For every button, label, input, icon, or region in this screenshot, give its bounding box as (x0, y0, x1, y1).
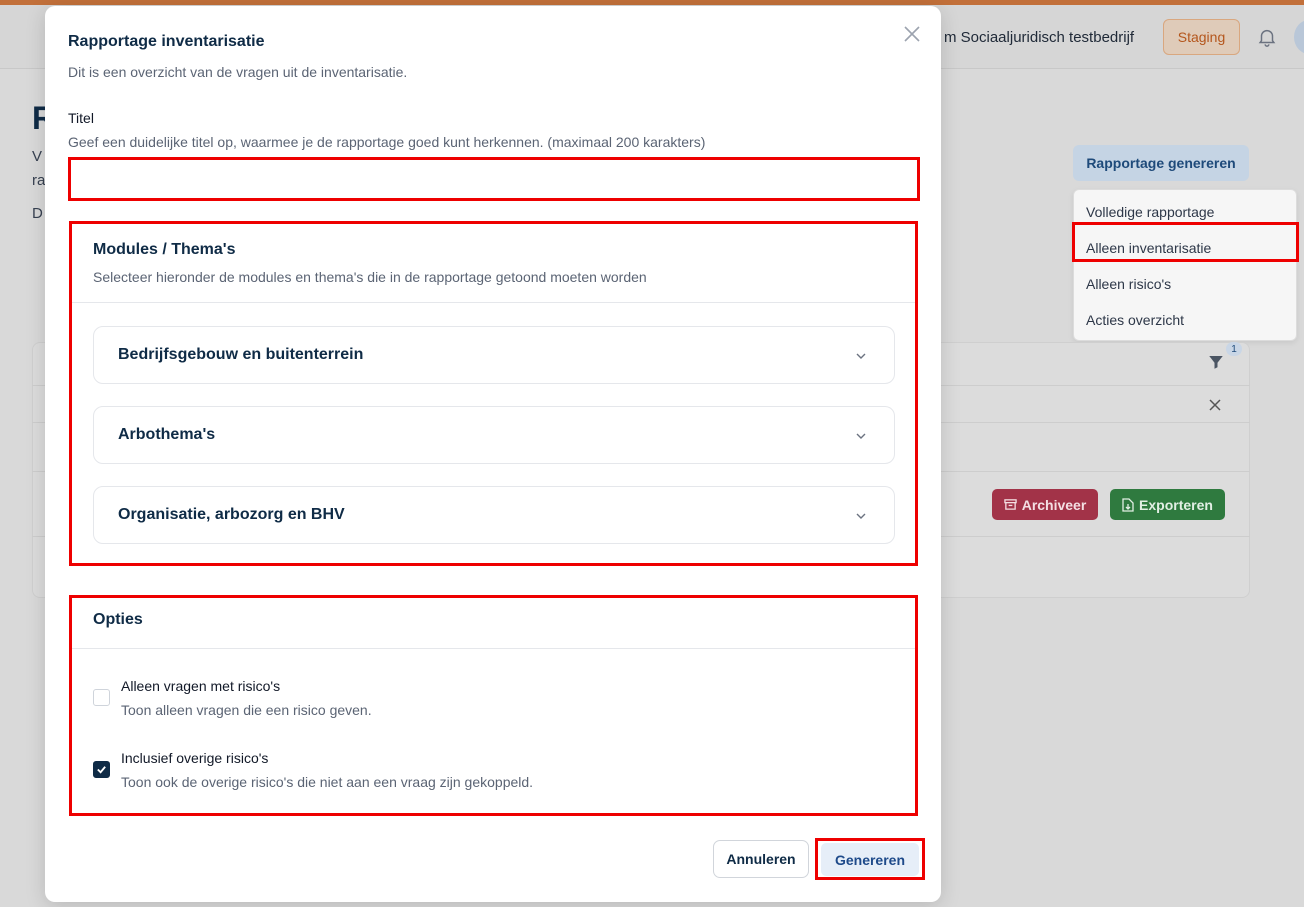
dropdown-item-volledige-rapportage[interactable]: Volledige rapportage (1086, 204, 1214, 220)
chevron-down-icon (856, 513, 866, 519)
option-help: Toon alleen vragen die een risico geven. (121, 702, 372, 718)
bell-icon[interactable] (1256, 26, 1278, 48)
divider (72, 648, 915, 649)
file-export-icon (1122, 497, 1134, 512)
close-icon[interactable] (903, 25, 921, 43)
export-label: Exporteren (1139, 496, 1213, 513)
export-button[interactable]: Exporteren (1110, 489, 1225, 520)
page-description: ra (32, 172, 46, 189)
cancel-button[interactable]: Annuleren (713, 840, 809, 878)
rapportage-dropdown: Volledige rapportage Alleen inventarisat… (1073, 189, 1297, 341)
option-help: Toon ook de overige risico's die niet aa… (121, 774, 534, 790)
checkbox-alleen-vragen-met-risicos[interactable] (93, 689, 110, 706)
generate-button[interactable]: Genereren (821, 843, 919, 876)
modules-title: Modules / Thema's (93, 241, 236, 258)
filter-icon[interactable] (1207, 353, 1225, 371)
checkbox-inclusief-overige-risicos[interactable] (93, 761, 110, 778)
highlight-box (1072, 222, 1299, 262)
chevron-down-icon (856, 433, 866, 439)
page-description: V (32, 148, 43, 165)
highlight-box: Genereren (815, 838, 925, 880)
archive-button[interactable]: Archiveer (992, 489, 1098, 520)
close-icon[interactable] (1209, 399, 1221, 411)
modules-section: Modules / Thema's Selecteer hieronder de… (69, 221, 918, 566)
accordion-arbothemas[interactable]: Arbothema's (93, 406, 895, 464)
rapportage-modal: Rapportage inventarisatie Dit is een ove… (45, 6, 941, 902)
chevron-down-icon (856, 353, 866, 359)
modal-title: Rapportage inventarisatie (68, 33, 265, 50)
titel-label: Titel (68, 110, 94, 126)
dropdown-item-alleen-risicos[interactable]: Alleen risico's (1086, 276, 1171, 292)
archive-label: Archiveer (1021, 496, 1087, 513)
accordion-label: Bedrijfsgebouw en buitenterrein (118, 346, 364, 363)
accordion-organisatie[interactable]: Organisatie, arbozorg en BHV (93, 486, 895, 544)
option-label: Alleen vragen met risico's (121, 678, 281, 694)
rapportage-genereren-button[interactable]: Rapportage genereren (1073, 145, 1249, 181)
page-description: D (32, 205, 43, 222)
dropdown-item-acties-overzicht[interactable]: Acties overzicht (1086, 312, 1184, 328)
filter-count-badge: 1 (1226, 342, 1242, 356)
options-title: Opties (93, 611, 143, 628)
options-section: Opties Alleen vragen met risico's Toon a… (69, 595, 918, 816)
titel-help-text: Geef een duidelijke titel op, waarmee je… (68, 134, 706, 150)
titel-input[interactable] (68, 157, 920, 201)
company-name[interactable]: m Sociaaljuridisch testbedrijf (944, 29, 1134, 46)
modules-subtitle: Selecteer hieronder de modules en thema'… (93, 269, 647, 285)
accordion-bedrijfsgebouw[interactable]: Bedrijfsgebouw en buitenterrein (93, 326, 895, 384)
archive-icon (1003, 499, 1017, 510)
accordion-label: Arbothema's (118, 426, 216, 443)
check-icon (97, 766, 106, 774)
divider (72, 302, 915, 303)
modal-subtitle: Dit is een overzicht van de vragen uit d… (68, 64, 408, 80)
staging-badge: Staging (1163, 19, 1240, 55)
option-label: Inclusief overige risico's (121, 750, 269, 766)
accordion-label: Organisatie, arbozorg en BHV (118, 506, 345, 523)
